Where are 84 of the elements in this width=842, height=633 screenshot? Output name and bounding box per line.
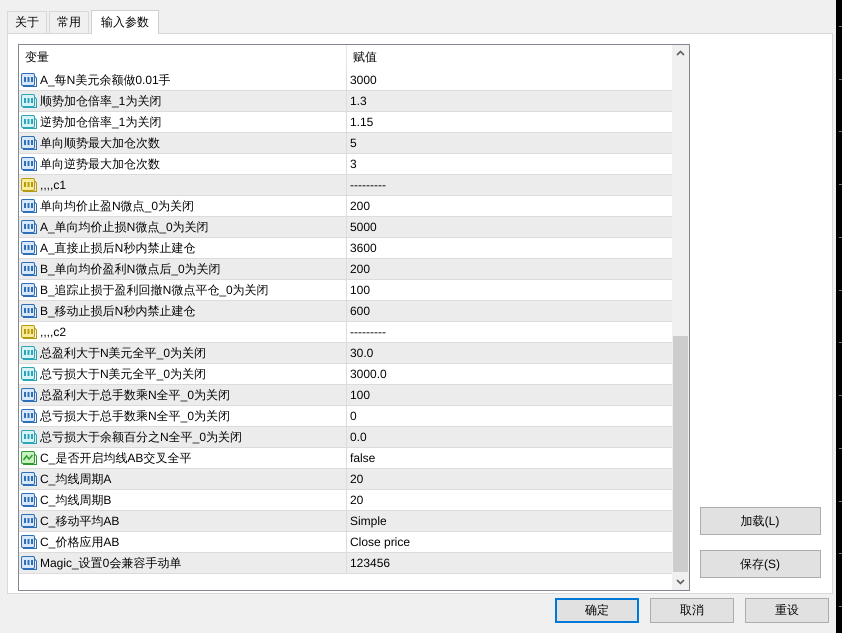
variable-name: 总盈利大于总手数乘N全平_0为关闭: [40, 386, 230, 404]
variable-name: 总亏损大于总手数乘N全平_0为关闭: [40, 408, 230, 424]
int-type-icon: [21, 388, 37, 402]
variable-name: B_追踪止损于盈利回撤N微点平仓_0为关闭: [40, 282, 269, 298]
variable-value[interactable]: 1.3: [350, 94, 367, 108]
variable-name: C_是否开启均线AB交叉全平: [40, 450, 192, 466]
int-type-icon: [21, 472, 37, 486]
variable-value[interactable]: 20: [350, 493, 364, 507]
variable-name: C_均线周期B: [40, 492, 112, 508]
variable-name: 顺势加仓倍率_1为关闭: [40, 92, 162, 110]
variable-name: A_每N美元余额做0.01手: [40, 72, 171, 88]
variable-name: 单向逆势最大加仓次数: [40, 156, 160, 172]
double-type-icon: [21, 367, 37, 381]
dialog-button[interactable]: 重设: [745, 598, 829, 623]
tab[interactable]: 常用: [49, 11, 89, 33]
variable-name: 总亏损大于N美元全平_0为关闭: [40, 366, 206, 382]
tab[interactable]: 关于: [7, 11, 47, 33]
variable-value[interactable]: 5: [350, 136, 357, 150]
int-type-icon: [21, 556, 37, 570]
double-type-icon: [21, 94, 37, 108]
dialog-button[interactable]: 确定: [555, 598, 639, 623]
int-type-icon: [21, 136, 37, 150]
column-header[interactable]: 赋值: [347, 45, 672, 70]
double-type-icon: [21, 346, 37, 360]
int-type-icon: [21, 73, 37, 87]
int-type-icon: [21, 199, 37, 213]
variable-name: 总盈利大于N美元全平_0为关闭: [40, 344, 206, 362]
variable-value[interactable]: false: [350, 451, 376, 465]
scroll-thumb[interactable]: [673, 336, 688, 572]
variable-name: B_单向均价盈利N微点后_0为关闭: [40, 260, 221, 278]
variable-name: Magic_设置0会兼容手动单: [40, 554, 182, 572]
variable-value[interactable]: 30.0: [350, 346, 374, 360]
variable-name: 总亏损大于余额百分之N全平_0为关闭: [40, 428, 242, 446]
side-button[interactable]: 加载(L): [700, 507, 820, 535]
bool-type-icon: [21, 451, 37, 465]
variable-value[interactable]: 123456: [350, 556, 390, 570]
int-type-icon: [21, 283, 37, 297]
int-type-icon: [21, 241, 37, 255]
variable-value[interactable]: 600: [350, 304, 370, 318]
variable-value[interactable]: 1.15: [350, 115, 374, 129]
variable-value[interactable]: 100: [350, 283, 370, 297]
variable-value[interactable]: 0: [350, 409, 357, 423]
variable-value[interactable]: 3600: [350, 241, 377, 255]
int-type-icon: [21, 304, 37, 318]
variable-name: 单向顺势最大加仓次数: [40, 134, 160, 152]
int-type-icon: [21, 262, 37, 276]
variable-name: A_单向均价止损N微点_0为关闭: [40, 218, 209, 236]
variable-value[interactable]: Close price: [350, 535, 410, 549]
variable-name: 单向均价止盈N微点_0为关闭: [40, 198, 194, 214]
variable-value[interactable]: 3: [350, 157, 357, 171]
int-type-icon: [21, 493, 37, 507]
variable-value[interactable]: 200: [350, 262, 370, 276]
tab[interactable]: 输入参数: [91, 10, 159, 34]
double-type-icon: [21, 430, 37, 444]
variable-name: 逆势加仓倍率_1为关闭: [40, 114, 162, 130]
int-type-icon: [21, 409, 37, 423]
variable-value[interactable]: 200: [350, 199, 370, 213]
side-button[interactable]: 保存(S): [700, 550, 820, 578]
variable-name: A_直接止损后N秒内禁止建仓: [40, 240, 196, 256]
int-type-icon: [21, 514, 37, 528]
variable-name: ,,,,c2: [40, 325, 66, 339]
string-type-icon: [21, 178, 37, 192]
column-header[interactable]: 变量: [19, 45, 347, 70]
variable-name: B_移动止损后N秒内禁止建仓: [40, 302, 196, 320]
int-type-icon: [21, 220, 37, 234]
variable-value[interactable]: 5000: [350, 220, 377, 234]
int-type-icon: [21, 157, 37, 171]
variable-value[interactable]: 20: [350, 472, 364, 486]
string-type-icon: [21, 325, 37, 339]
vertical-scrollbar[interactable]: [672, 45, 689, 590]
variable-value[interactable]: 0.0: [350, 430, 367, 444]
variable-value[interactable]: 100: [350, 388, 370, 402]
double-type-icon: [21, 115, 37, 129]
variable-name: ,,,,c1: [40, 178, 66, 192]
variable-name: C_均线周期A: [40, 470, 112, 488]
variable-name: C_移动平均AB: [40, 512, 120, 530]
variable-value[interactable]: 3000.0: [350, 367, 387, 381]
variable-value[interactable]: ---------: [350, 325, 386, 339]
int-type-icon: [21, 535, 37, 549]
dialog-button[interactable]: 取消: [650, 598, 734, 623]
variable-value[interactable]: 3000: [350, 73, 377, 87]
variable-name: C_价格应用AB: [40, 534, 120, 550]
variable-value[interactable]: Simple: [350, 514, 387, 528]
variable-value[interactable]: ---------: [350, 178, 386, 192]
